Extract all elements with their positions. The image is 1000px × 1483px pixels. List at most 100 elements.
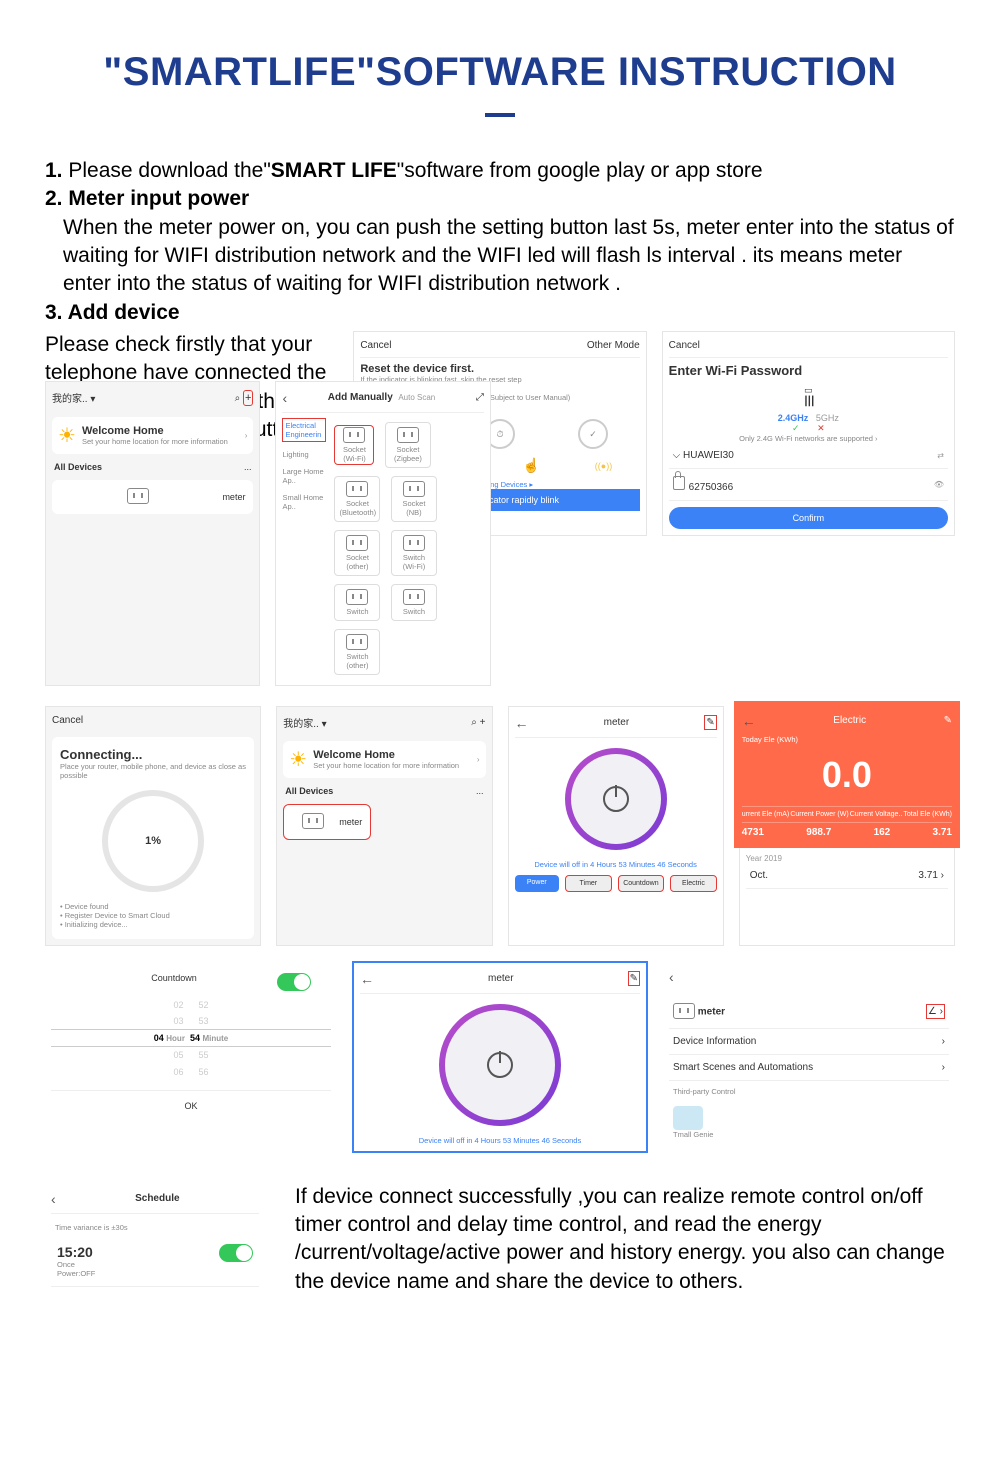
schedule-item[interactable]: 15:20OncePower:OFF bbox=[51, 1236, 259, 1287]
step1-pre: Please download the" bbox=[68, 159, 270, 182]
today-label: Today Ele (KWh) bbox=[742, 735, 952, 744]
connecting-title: Connecting... bbox=[60, 747, 246, 762]
device-meter[interactable]: meter bbox=[222, 492, 245, 502]
welcome-sub: Set your home location for more informat… bbox=[313, 761, 471, 770]
countdown-text: Device will off in 4 Hours 53 Minutes 46… bbox=[515, 860, 717, 869]
cancel-button[interactable]: Cancel bbox=[52, 715, 83, 726]
wifi-confirm-button[interactable]: Confirm bbox=[669, 507, 948, 529]
more-icon[interactable]: ... bbox=[476, 786, 484, 796]
ok-button[interactable]: OK bbox=[51, 1090, 331, 1121]
time-picker[interactable]: 02 52 03 53 04 Hour 54 Minute 05 55 06 5… bbox=[51, 997, 331, 1080]
more-icon[interactable]: ... bbox=[244, 462, 252, 472]
wifi-pwd-input[interactable]: 62750366 bbox=[689, 482, 734, 493]
back-button[interactable]: ← bbox=[515, 715, 529, 731]
countdown-toggle[interactable] bbox=[277, 973, 311, 991]
stat-h3: Current Voltage.. bbox=[850, 811, 903, 818]
all-devices-tab[interactable]: All Devices bbox=[54, 462, 102, 472]
screenshot-countdown: Countdown 02 52 03 53 04 Hour 54 Minute … bbox=[45, 961, 337, 1153]
page-title: "SMARTLIFE"SOFTWARE INSTRUCTION bbox=[45, 50, 955, 95]
rename-icon[interactable]: ∠ › bbox=[926, 1004, 945, 1019]
device-switch-wifi[interactable]: Switch (Wi-Fi) bbox=[391, 530, 437, 576]
device-socket-zigbee[interactable]: Socket (Zigbee) bbox=[385, 422, 431, 468]
device-socket-nb[interactable]: Socket (NB) bbox=[391, 476, 437, 522]
title-divider bbox=[485, 113, 515, 117]
mic-icon[interactable]: ⌕ bbox=[471, 717, 477, 728]
device-switch2[interactable]: Switch bbox=[391, 584, 437, 621]
schedule-note: Time variance is ±30s bbox=[51, 1219, 259, 1236]
device-meter[interactable]: meter bbox=[339, 817, 362, 827]
tab-timer[interactable]: Timer bbox=[565, 875, 612, 892]
final-paragraph: If device connect successfully ,you can … bbox=[295, 1183, 955, 1296]
tmall-icon[interactable] bbox=[673, 1106, 703, 1130]
cat-small[interactable]: Small Home Ap.. bbox=[282, 493, 326, 511]
home-dropdown[interactable]: 我的家.. ▾ bbox=[283, 715, 326, 730]
cross-icon: ✕ bbox=[817, 423, 825, 433]
tab-electric[interactable]: Electric bbox=[670, 875, 717, 892]
schedule-title: Schedule bbox=[135, 1193, 179, 1204]
tab-add-manually[interactable]: Add Manually bbox=[328, 392, 393, 403]
tab-countdown[interactable]: Countdown bbox=[618, 875, 665, 892]
year-label[interactable]: Year 2019 bbox=[746, 854, 948, 863]
device-switch1[interactable]: Switch bbox=[334, 584, 380, 621]
other-mode-link[interactable]: Other Mode bbox=[587, 340, 640, 351]
today-value: 0.0 bbox=[742, 744, 952, 806]
screenshot-schedule: ‹ Schedule Time variance is ±30s 15:20Onc… bbox=[45, 1183, 265, 1293]
power-button[interactable] bbox=[565, 748, 667, 850]
device-socket-other[interactable]: Socket (other) bbox=[334, 530, 380, 576]
conn-step2: Register Device to Smart Cloud bbox=[65, 911, 170, 920]
band-24: 2.4GHz bbox=[778, 413, 809, 423]
schedule-toggle[interactable] bbox=[219, 1244, 253, 1262]
device-switch-other[interactable]: Switch (other) bbox=[334, 629, 380, 675]
screenshot-home2: 我的家.. ▾⌕ + ☀ Welcome HomeSet your home l… bbox=[276, 706, 492, 946]
all-devices-tab[interactable]: All Devices bbox=[285, 786, 333, 796]
stat-h2: Current Power (W) bbox=[790, 811, 848, 818]
cat-large[interactable]: Large Home Ap.. bbox=[282, 467, 326, 485]
screenshot-wifi: Cancel Enter Wi-Fi Password ▭┃┃┃ 2.4GHz … bbox=[662, 331, 955, 536]
screenshot-meter-detail: ←meter✎ Device will off in 4 Hours 53 Mi… bbox=[352, 961, 648, 1153]
stat-voltage: 162 bbox=[874, 827, 891, 838]
sun-icon: ☀ bbox=[58, 423, 76, 448]
month-row[interactable]: Oct. bbox=[750, 870, 768, 881]
mic-icon[interactable]: ⌕ bbox=[235, 393, 241, 404]
meter-title: meter bbox=[604, 717, 630, 728]
back-button[interactable]: ‹ bbox=[51, 1191, 56, 1207]
tab-power[interactable]: Power bbox=[515, 875, 560, 892]
month-value: 3.71 › bbox=[918, 870, 944, 881]
reset-title: Reset the device first. bbox=[360, 363, 639, 375]
thirdparty-label: Third-party Control bbox=[669, 1081, 949, 1102]
back-button[interactable]: ← bbox=[742, 713, 756, 729]
stat-power: 988.7 bbox=[806, 827, 831, 838]
progress-circle: 1% bbox=[102, 790, 204, 892]
device-info-row[interactable]: Device Information bbox=[673, 1036, 756, 1047]
socket-icon bbox=[127, 488, 149, 504]
device-socket-bt[interactable]: Socket (Bluetooth) bbox=[334, 476, 380, 522]
cat-electrical[interactable]: Electrical Engineerin bbox=[282, 418, 326, 442]
device-socket-wifi[interactable]: Socket (Wi-Fi) bbox=[334, 425, 374, 465]
socket-icon bbox=[302, 813, 324, 829]
scenes-row[interactable]: Smart Scenes and Automations bbox=[673, 1062, 813, 1073]
back-button[interactable]: ← bbox=[360, 971, 374, 987]
back-button[interactable]: ‹ bbox=[669, 969, 674, 985]
cat-lighting[interactable]: Lighting bbox=[282, 450, 326, 459]
add-device-button[interactable]: + bbox=[243, 390, 253, 406]
edit-icon[interactable]: ✎ bbox=[704, 715, 716, 730]
back-button[interactable]: ‹ bbox=[282, 390, 287, 406]
plus-icon[interactable]: + bbox=[480, 717, 486, 728]
sched-once: Once bbox=[57, 1260, 95, 1269]
edit-icon[interactable]: ✎ bbox=[944, 715, 952, 726]
signal-icon: ((●)) bbox=[595, 461, 612, 471]
step1-strong: SMART LIFE bbox=[271, 159, 397, 182]
wifi-note: Only 2.4G Wi-Fi networks are supported › bbox=[669, 434, 948, 443]
cancel-button[interactable]: Cancel bbox=[360, 340, 391, 351]
wifi-ssid[interactable]: HUAWEI30 bbox=[683, 450, 734, 461]
sched-time: 15:20 bbox=[57, 1244, 95, 1260]
sched-state: Power:OFF bbox=[57, 1269, 95, 1278]
step3-hdr: 3. Add device bbox=[45, 299, 955, 327]
scan-icon[interactable]: ⤢ bbox=[476, 392, 484, 403]
cancel-button[interactable]: Cancel bbox=[669, 340, 700, 351]
tab-auto-scan[interactable]: Auto Scan bbox=[398, 393, 435, 402]
edit-icon[interactable]: ✎ bbox=[628, 971, 640, 986]
check-icon: ✓ bbox=[792, 423, 800, 433]
home-dropdown[interactable]: 我的家.. ▾ bbox=[52, 390, 95, 405]
power-button[interactable] bbox=[439, 1004, 561, 1126]
